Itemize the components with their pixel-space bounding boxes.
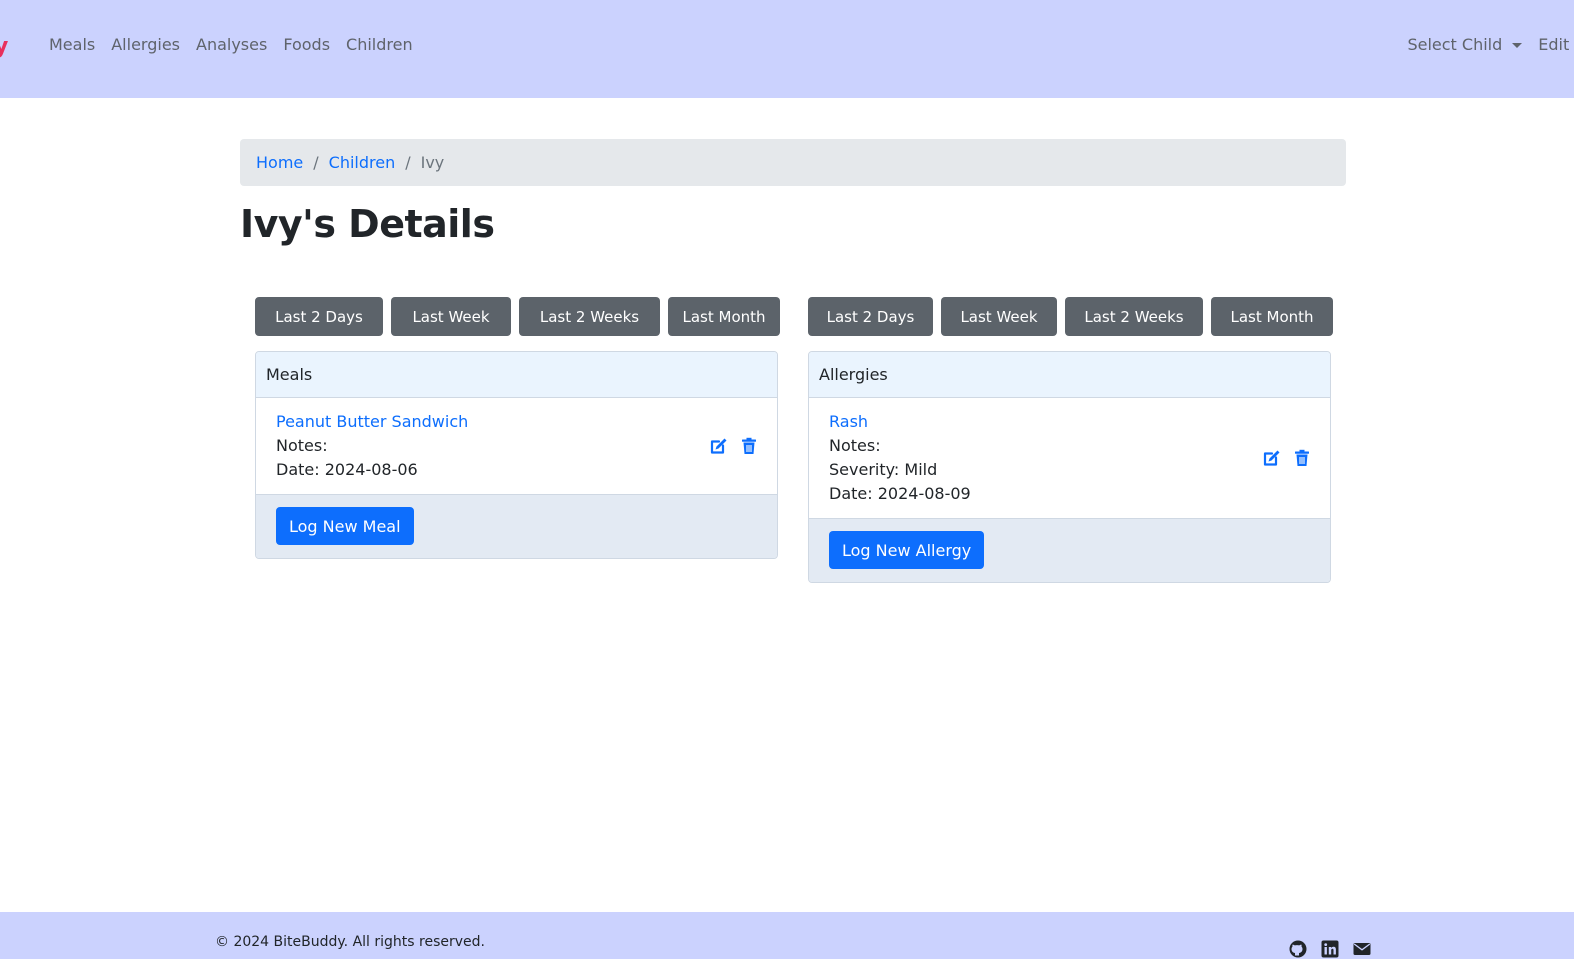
allergies-filter-last-month-button[interactable]: Last Month (1211, 297, 1333, 336)
github-icon[interactable] (1289, 940, 1307, 958)
allergy-date: Date: 2024-08-09 (829, 484, 971, 503)
page-title: Ivy's Details (240, 202, 495, 246)
brand-logo[interactable]: y (0, 34, 8, 59)
edit-icon[interactable] (1262, 448, 1282, 468)
nav-link-children[interactable]: Children (346, 35, 413, 55)
allergies-card-footer: Log New Allergy (809, 519, 1330, 582)
breadcrumb-home[interactable]: Home (256, 153, 303, 172)
meal-list-item: Peanut Butter Sandwich Notes: Date: 2024… (256, 398, 777, 495)
meals-filter-last-week-button[interactable]: Last Week (391, 297, 511, 336)
nav-link-foods[interactable]: Foods (283, 35, 330, 55)
meal-date: Date: 2024-08-06 (276, 460, 418, 479)
edit-icon[interactable] (709, 436, 729, 456)
social-links (1289, 940, 1371, 958)
nav-link-edit-profile[interactable]: Edit P (1538, 35, 1574, 55)
breadcrumb-children[interactable]: Children (329, 153, 396, 172)
select-child-dropdown[interactable]: Select Child (1407, 35, 1523, 55)
nav-link-allergies[interactable]: Allergies (111, 35, 180, 55)
caret-down-icon (1512, 42, 1523, 48)
nav-right: Select Child Edit P (1407, 35, 1574, 55)
log-new-meal-button[interactable]: Log New Meal (276, 507, 414, 545)
nav-link-analyses[interactable]: Analyses (196, 35, 267, 55)
allergy-notes: Notes: (829, 436, 881, 455)
breadcrumb-separator: / (405, 153, 411, 172)
nav-link-meals[interactable]: Meals (49, 35, 95, 55)
trash-icon[interactable] (739, 436, 759, 456)
meal-actions (709, 436, 759, 456)
allergies-card-header: Allergies (809, 352, 1330, 398)
nav-links: Meals Allergies Analyses Foods Children (49, 35, 413, 55)
allergies-filter-last-week-button[interactable]: Last Week (941, 297, 1057, 336)
breadcrumb-separator: / (313, 153, 319, 172)
allergies-filter-group: Last 2 Days Last Week Last 2 Weeks Last … (808, 297, 1333, 336)
meals-card-footer: Log New Meal (256, 495, 777, 558)
meals-filter-last-2-weeks-button[interactable]: Last 2 Weeks (519, 297, 660, 336)
meal-title-link[interactable]: Peanut Butter Sandwich (276, 410, 757, 434)
allergy-actions (1262, 448, 1312, 468)
meals-filter-group: Last 2 Days Last Week Last 2 Weeks Last … (255, 297, 780, 336)
allergy-severity: Severity: Mild (829, 460, 938, 479)
trash-icon[interactable] (1292, 448, 1312, 468)
copyright-text: © 2024 BiteBuddy. All rights reserved. (215, 934, 485, 950)
select-child-label: Select Child (1407, 35, 1503, 54)
meals-filter-last-2-days-button[interactable]: Last 2 Days (255, 297, 383, 336)
envelope-icon[interactable] (1353, 940, 1371, 958)
allergy-title-link[interactable]: Rash (829, 410, 1310, 434)
log-new-allergy-button[interactable]: Log New Allergy (829, 531, 985, 569)
allergies-card: Allergies Rash Notes: Severity: Mild Dat… (808, 351, 1331, 583)
linkedin-icon[interactable] (1321, 940, 1339, 958)
meals-card: Meals Peanut Butter Sandwich Notes: Date… (255, 351, 778, 559)
navbar: y Meals Allergies Analyses Foods Childre… (0, 0, 1574, 98)
meals-card-header: Meals (256, 352, 777, 398)
allergy-list-item: Rash Notes: Severity: Mild Date: 2024-08… (809, 398, 1330, 519)
footer: © 2024 BiteBuddy. All rights reserved. (0, 912, 1574, 959)
allergies-filter-last-2-days-button[interactable]: Last 2 Days (808, 297, 933, 336)
meals-filter-last-month-button[interactable]: Last Month (668, 297, 780, 336)
meal-notes: Notes: (276, 436, 328, 455)
breadcrumb: Home / Children / Ivy (240, 139, 1346, 186)
allergies-filter-last-2-weeks-button[interactable]: Last 2 Weeks (1065, 297, 1203, 336)
breadcrumb-current: Ivy (420, 153, 445, 172)
